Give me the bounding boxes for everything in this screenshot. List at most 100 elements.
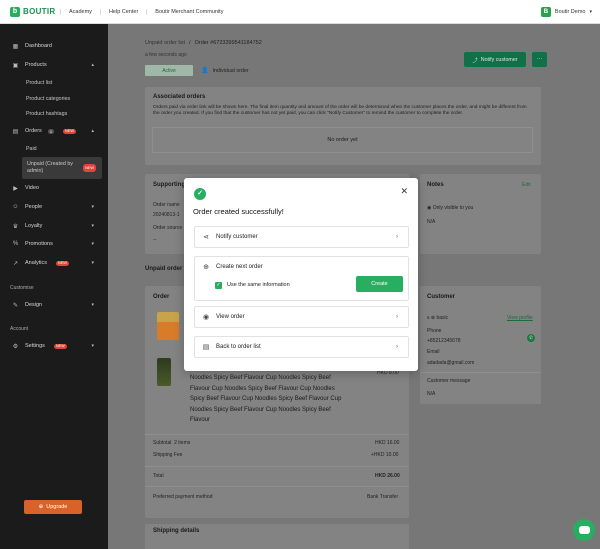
same-information-label[interactable]: Use the same information: [227, 282, 290, 289]
sidebar-item-loyalty[interactable]: ♛ Loyalty ▾: [0, 220, 108, 232]
upgrade-button[interactable]: ⊕ Upgrade: [24, 500, 82, 514]
order-source-label: Order source: [153, 225, 183, 231]
sidebar-item-settings[interactable]: ⚙ Settings NEW ▾: [0, 340, 108, 352]
order-type-label: Individual order: [212, 67, 249, 74]
divider: [145, 486, 409, 487]
chat-support-button[interactable]: [573, 519, 595, 541]
sidebar-item-products[interactable]: ▣ Products ▴: [0, 59, 108, 71]
back-to-order-list-option[interactable]: ▤ Back to order list ›: [194, 336, 409, 358]
product-title[interactable]: Noodles Spicy Beef Flavour Cup Noodles S…: [190, 373, 350, 426]
phone-label: Phone: [427, 328, 442, 334]
no-order-placeholder: No order yet: [152, 127, 533, 153]
list-icon: ▤: [202, 344, 210, 351]
more-actions-button[interactable]: ···: [532, 52, 547, 67]
logo-text: BOUTIR: [23, 7, 56, 16]
boutir-logo-icon: b: [10, 6, 20, 17]
eye-icon: ◉: [202, 314, 210, 321]
order-source-value: --: [153, 237, 157, 243]
chevron-down-icon: ▾: [91, 343, 94, 349]
nav-help-center[interactable]: Help Center: [99, 8, 146, 15]
nav-merchant-community[interactable]: Boutir Merchant Community: [146, 8, 231, 15]
upgrade-label: Upgrade: [46, 504, 68, 510]
sidebar-item-design[interactable]: ✎ Design ▾: [0, 299, 108, 311]
payment-method-label: Preferred payment method: [153, 494, 213, 500]
notes-card: Notes Edit ◉ Only visible to you N/A: [420, 174, 541, 254]
sidebar-item-promotions[interactable]: % Promotions ▾: [0, 238, 108, 250]
sidebar-item-label: Dashboard: [25, 43, 52, 49]
shipping-fee-label: Shipping Fee: [153, 452, 183, 458]
section-label-account: Account: [10, 326, 29, 332]
notify-customer-option-label: Notify customer: [216, 234, 258, 240]
share-icon: ⤴: [472, 57, 478, 64]
user-name: Boutir Demo: [554, 8, 586, 15]
breadcrumb-separator: /: [189, 40, 191, 46]
customer-message-value: N/A: [427, 391, 436, 397]
email-value: adadada@gmail.com: [427, 360, 475, 366]
whatsapp-icon[interactable]: ✆: [527, 334, 535, 342]
associated-orders-title: Associated orders: [153, 94, 206, 100]
sidebar-item-dashboard[interactable]: ▦ Dashboard: [0, 40, 108, 52]
trophy-icon: ♛: [12, 223, 19, 230]
upgrade-icon: ⊕: [38, 504, 44, 510]
sidebar-item-analytics[interactable]: ↗ Analytics NEW ▾: [0, 257, 108, 269]
breadcrumb-parent[interactable]: Unpaid order list: [145, 40, 185, 46]
plus-circle-icon: ⊕: [203, 264, 209, 271]
tier-icon: ⊕: [430, 315, 436, 321]
nav-academy[interactable]: Academy: [60, 8, 100, 15]
sidebar-subitem-product-hashtags[interactable]: Product hashtags: [0, 108, 108, 119]
new-badge: NEW: [63, 128, 76, 134]
supporting-title: Supporting: [153, 182, 185, 188]
product-image-pack: [157, 358, 171, 386]
sidebar-item-people[interactable]: ☺ People ▾: [0, 201, 108, 213]
new-badge: NEW: [53, 343, 67, 349]
user-menu[interactable]: B Boutir Demo ▾: [540, 6, 592, 17]
notify-customer-label: Notify customer: [480, 56, 518, 63]
view-profile-link[interactable]: View profile: [507, 315, 533, 321]
boutir-logo[interactable]: b BOUTIR: [0, 6, 60, 17]
sidebar-subitem-product-list[interactable]: Product list: [0, 77, 108, 88]
sidebar-subitem-paid[interactable]: Paid: [0, 143, 108, 154]
payment-method-value: Bank Transfer: [367, 494, 399, 500]
notify-customer-option[interactable]: ⋖ Notify customer ›: [194, 226, 409, 248]
sidebar-item-label: Loyalty: [25, 223, 43, 229]
divider: [420, 372, 541, 373]
shop-avatar: B: [540, 6, 551, 17]
close-icon[interactable]: ✕: [400, 186, 408, 196]
sidebar-item-label: Settings: [25, 343, 45, 349]
box-icon: ▣: [12, 62, 19, 69]
person-icon: ☺: [12, 204, 19, 210]
subtotal-label: Subtotal 2 items: [153, 440, 190, 446]
sidebar-item-label: Design: [25, 302, 43, 308]
order-name-label: Order name: [153, 202, 180, 208]
chevron-down-icon: ▾: [91, 223, 94, 229]
same-information-checkbox[interactable]: ✓: [215, 282, 222, 289]
email-label: Email: [427, 349, 440, 355]
divider: [145, 466, 409, 467]
notes-edit-link[interactable]: Edit: [522, 182, 531, 188]
subtotal-label-text: Subtotal: [153, 440, 172, 446]
subtotal-items: 2 items: [174, 440, 191, 446]
notify-customer-button[interactable]: ⤴ Notify customer: [464, 52, 526, 67]
breadcrumb-current: Order #6723399541184752: [194, 40, 262, 46]
chevron-down-icon: ▾: [91, 241, 94, 247]
customer-card: Customer s ⊕ basic View profile Phone +8…: [420, 286, 541, 404]
sidebar-subitem-product-categories[interactable]: Product categories: [0, 93, 108, 104]
customer-tier: basic: [436, 315, 449, 321]
order-type: 👤 Individual order: [201, 65, 249, 76]
create-next-order-header: ⊕ Create next order: [202, 263, 263, 271]
sidebar-subitem-unpaid[interactable]: Unpaid (Created by admin) NEW: [22, 157, 102, 179]
view-order-option[interactable]: ◉ View order ›: [194, 306, 409, 328]
associated-orders-description: Orders paid via order link will be shown…: [153, 105, 527, 117]
clipboard-icon: ▤: [12, 128, 19, 135]
sidebar-item-video[interactable]: ▶ Video: [0, 182, 108, 194]
chat-icon: [578, 526, 590, 534]
customer-message-label: Customer message: [427, 378, 471, 384]
new-badge: NEW: [83, 164, 96, 172]
back-to-order-list-label: Back to order list: [216, 344, 261, 350]
order-created-dialog: ✓ ✕ Order created successfully! ⋖ Notify…: [184, 178, 418, 371]
create-button[interactable]: Create: [356, 276, 403, 292]
notes-visibility-label: Only visible to you: [432, 205, 474, 211]
order-name-value: 20240813-1: [153, 212, 180, 218]
sidebar-item-orders[interactable]: ▤ Orders 1 NEW ▴: [0, 125, 108, 137]
divider: [145, 434, 409, 435]
